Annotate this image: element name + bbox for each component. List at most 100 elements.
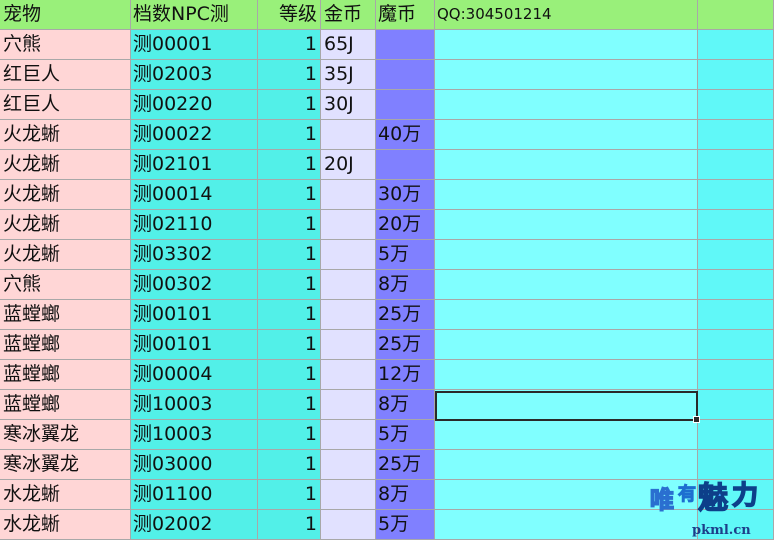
extra-cell[interactable] <box>698 330 774 360</box>
magic-cell[interactable]: 5万 <box>376 510 435 540</box>
npc-id-cell[interactable]: 测02002 <box>131 510 258 540</box>
npc-id-cell[interactable]: 测10003 <box>131 390 258 420</box>
extra-cell[interactable] <box>698 420 774 450</box>
level-cell[interactable]: 1 <box>258 150 321 180</box>
level-cell[interactable]: 1 <box>258 390 321 420</box>
extra-cell[interactable] <box>698 60 774 90</box>
magic-cell[interactable] <box>376 60 435 90</box>
magic-cell[interactable]: 25万 <box>376 330 435 360</box>
extra-cell[interactable] <box>698 180 774 210</box>
header-magic-cell[interactable]: 魔币 <box>376 0 435 30</box>
gold-cell[interactable] <box>321 390 376 420</box>
level-cell[interactable]: 1 <box>258 510 321 540</box>
pet-cell[interactable]: 穴熊 <box>0 30 131 60</box>
pet-cell[interactable]: 寒冰翼龙 <box>0 420 131 450</box>
npc-id-cell[interactable]: 测02101 <box>131 150 258 180</box>
header-extra-cell[interactable] <box>698 0 774 30</box>
pet-cell[interactable]: 穴熊 <box>0 270 131 300</box>
gold-cell[interactable] <box>321 450 376 480</box>
magic-cell[interactable]: 8万 <box>376 270 435 300</box>
gold-cell[interactable] <box>321 510 376 540</box>
note-cell[interactable] <box>435 420 698 450</box>
level-cell[interactable]: 1 <box>258 120 321 150</box>
magic-cell[interactable] <box>376 90 435 120</box>
pet-cell[interactable]: 蓝螳螂 <box>0 300 131 330</box>
npc-id-cell[interactable]: 测03000 <box>131 450 258 480</box>
selected-cell-outline[interactable] <box>435 391 700 423</box>
gold-cell[interactable] <box>321 120 376 150</box>
pet-cell[interactable]: 火龙蜥 <box>0 120 131 150</box>
header-note-cell[interactable]: QQ:304501214 <box>435 0 698 30</box>
npc-id-cell[interactable]: 测03302 <box>131 240 258 270</box>
extra-cell[interactable] <box>698 120 774 150</box>
gold-cell[interactable] <box>321 360 376 390</box>
level-cell[interactable]: 1 <box>258 90 321 120</box>
gold-cell[interactable] <box>321 270 376 300</box>
magic-cell[interactable]: 25万 <box>376 450 435 480</box>
npc-id-cell[interactable]: 测10003 <box>131 420 258 450</box>
npc-id-cell[interactable]: 测00014 <box>131 180 258 210</box>
pet-cell[interactable]: 蓝螳螂 <box>0 390 131 420</box>
pet-cell[interactable]: 火龙蜥 <box>0 210 131 240</box>
npc-id-cell[interactable]: 测00101 <box>131 300 258 330</box>
pet-cell[interactable]: 蓝螳螂 <box>0 360 131 390</box>
magic-cell[interactable] <box>376 150 435 180</box>
magic-cell[interactable]: 40万 <box>376 120 435 150</box>
npc-id-cell[interactable]: 测00004 <box>131 360 258 390</box>
extra-cell[interactable] <box>698 240 774 270</box>
gold-cell[interactable] <box>321 330 376 360</box>
note-cell[interactable] <box>435 360 698 390</box>
gold-cell[interactable] <box>321 480 376 510</box>
pet-cell[interactable]: 火龙蜥 <box>0 180 131 210</box>
level-cell[interactable]: 1 <box>258 450 321 480</box>
level-cell[interactable]: 1 <box>258 60 321 90</box>
npc-id-cell[interactable]: 测00001 <box>131 30 258 60</box>
note-cell[interactable] <box>435 150 698 180</box>
extra-cell[interactable] <box>698 300 774 330</box>
level-cell[interactable]: 1 <box>258 30 321 60</box>
pet-cell[interactable]: 蓝螳螂 <box>0 330 131 360</box>
extra-cell[interactable] <box>698 390 774 420</box>
magic-cell[interactable]: 5万 <box>376 420 435 450</box>
gold-cell[interactable] <box>321 210 376 240</box>
note-cell[interactable] <box>435 90 698 120</box>
pet-cell[interactable]: 水龙蜥 <box>0 510 131 540</box>
gold-cell[interactable] <box>321 240 376 270</box>
level-cell[interactable]: 1 <box>258 360 321 390</box>
magic-cell[interactable]: 20万 <box>376 210 435 240</box>
gold-cell[interactable] <box>321 180 376 210</box>
gold-cell[interactable]: 35J <box>321 60 376 90</box>
pet-cell[interactable]: 寒冰翼龙 <box>0 450 131 480</box>
magic-cell[interactable] <box>376 30 435 60</box>
level-cell[interactable]: 1 <box>258 240 321 270</box>
npc-id-cell[interactable]: 测00220 <box>131 90 258 120</box>
header-gold-cell[interactable]: 金币 <box>321 0 376 30</box>
gold-cell[interactable]: 20J <box>321 150 376 180</box>
npc-id-cell[interactable]: 测01100 <box>131 480 258 510</box>
note-cell[interactable] <box>435 180 698 210</box>
level-cell[interactable]: 1 <box>258 330 321 360</box>
note-cell[interactable] <box>435 330 698 360</box>
note-cell[interactable] <box>435 300 698 330</box>
magic-cell[interactable]: 12万 <box>376 360 435 390</box>
level-cell[interactable]: 1 <box>258 420 321 450</box>
level-cell[interactable]: 1 <box>258 210 321 240</box>
note-cell[interactable] <box>435 30 698 60</box>
pet-cell[interactable]: 红巨人 <box>0 90 131 120</box>
level-cell[interactable]: 1 <box>258 270 321 300</box>
extra-cell[interactable] <box>698 360 774 390</box>
pet-cell[interactable]: 水龙蜥 <box>0 480 131 510</box>
note-cell[interactable] <box>435 60 698 90</box>
level-cell[interactable]: 1 <box>258 300 321 330</box>
gold-cell[interactable] <box>321 300 376 330</box>
extra-cell[interactable] <box>698 270 774 300</box>
note-cell[interactable] <box>435 240 698 270</box>
level-cell[interactable]: 1 <box>258 480 321 510</box>
npc-id-cell[interactable]: 测00302 <box>131 270 258 300</box>
magic-cell[interactable]: 30万 <box>376 180 435 210</box>
gold-cell[interactable]: 65J <box>321 30 376 60</box>
note-cell[interactable] <box>435 120 698 150</box>
note-cell[interactable] <box>435 270 698 300</box>
magic-cell[interactable]: 8万 <box>376 390 435 420</box>
npc-id-cell[interactable]: 测00101 <box>131 330 258 360</box>
